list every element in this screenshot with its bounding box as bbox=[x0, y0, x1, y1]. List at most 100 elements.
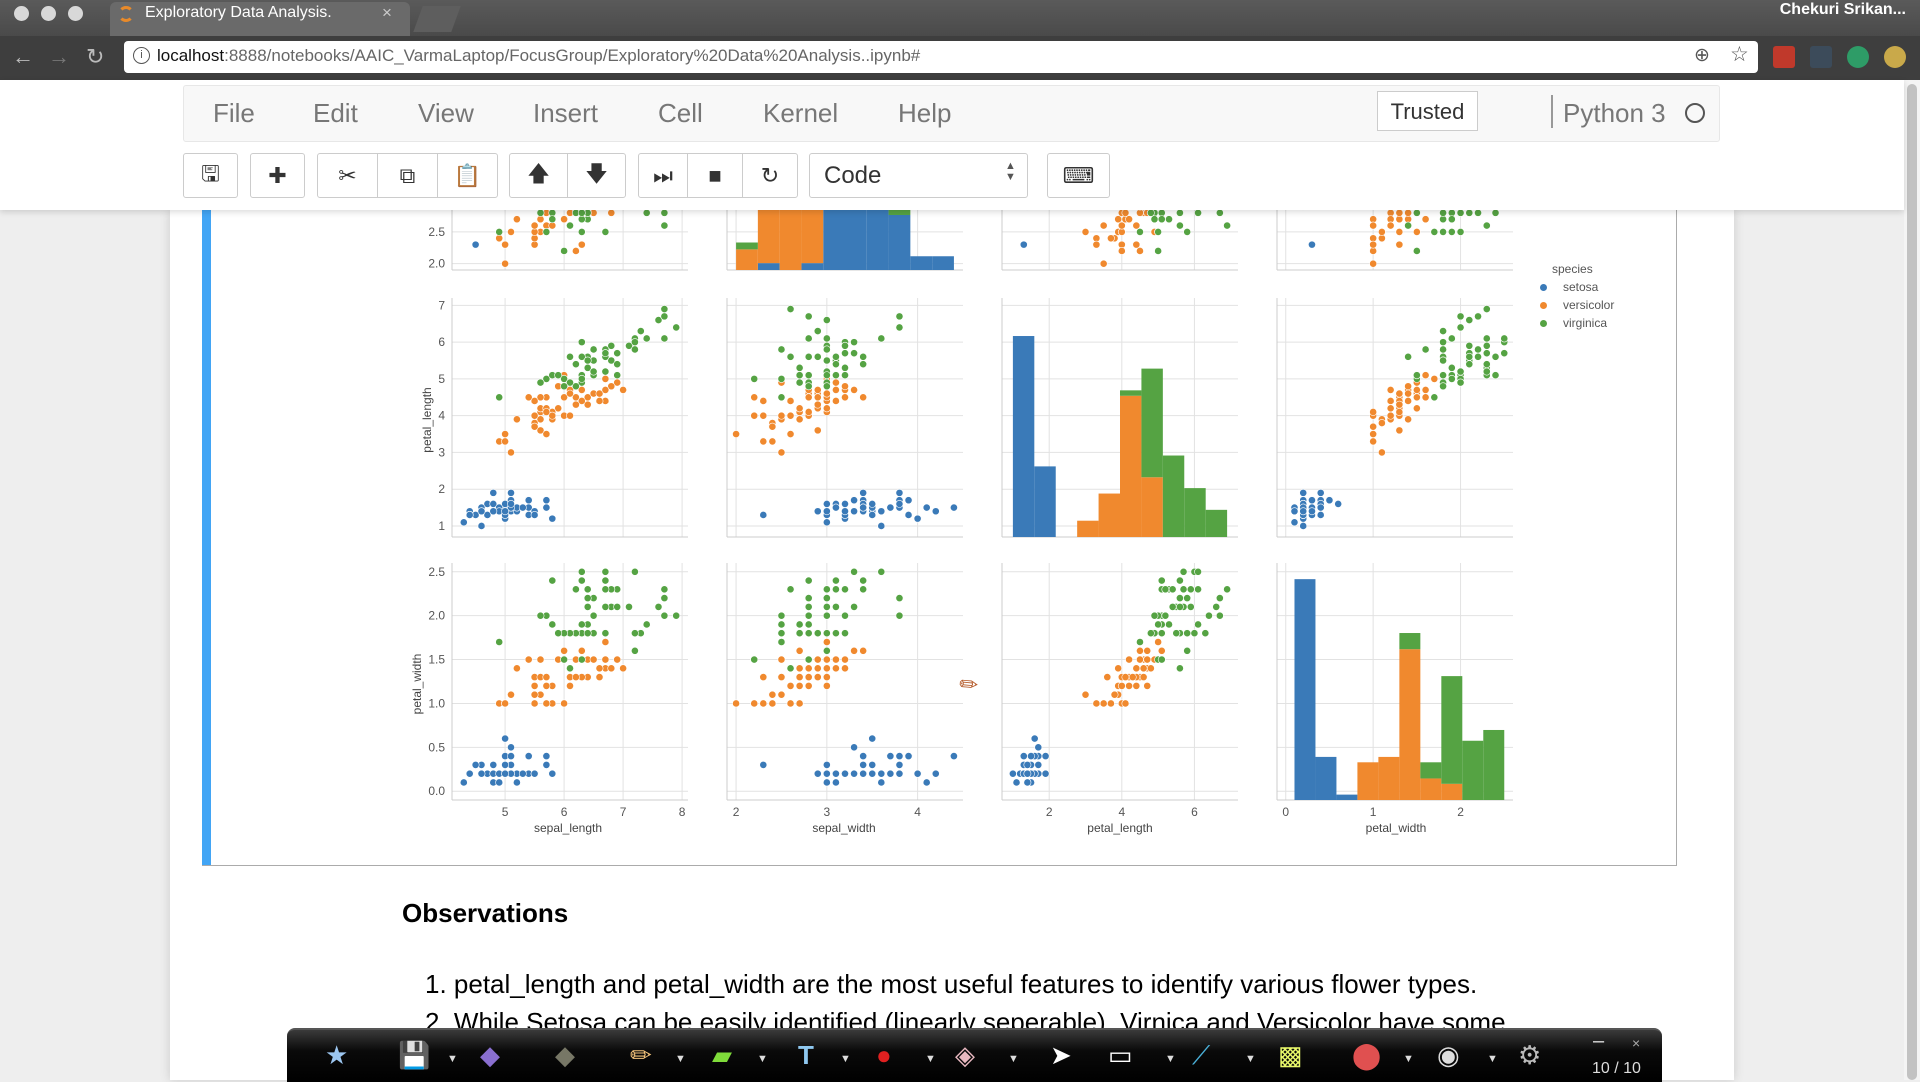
undo-page-icon[interactable]: ◆ bbox=[480, 1040, 500, 1071]
cut-button[interactable]: ✂ bbox=[317, 153, 378, 198]
point-virginica bbox=[1172, 629, 1181, 638]
menu-cell[interactable]: Cell bbox=[658, 98, 703, 129]
new-page-icon[interactable]: ★ bbox=[325, 1040, 348, 1071]
point-virginica bbox=[554, 629, 563, 638]
settings-gear-icon[interactable]: ⚙ bbox=[1518, 1040, 1541, 1071]
menu-insert[interactable]: Insert bbox=[533, 98, 598, 129]
record-tool-icon[interactable]: ⬤ bbox=[1352, 1040, 1381, 1071]
url-text[interactable]: localhost:8888/notebooks/AAIC_VarmaLapto… bbox=[157, 46, 920, 66]
reload-icon[interactable]: ↻ bbox=[86, 44, 104, 70]
webcam-tool-icon[interactable]: ◉ bbox=[1437, 1040, 1460, 1071]
eraser-tool-icon[interactable]: ◈ bbox=[955, 1040, 975, 1071]
dock-close-button[interactable]: × bbox=[1632, 1035, 1640, 1051]
panel-sepal_width-vs-petal_length bbox=[1001, 200, 1238, 271]
grammarly-extension-icon[interactable] bbox=[1847, 46, 1869, 68]
x-tick-label: 4 bbox=[914, 805, 921, 819]
point-versicolor bbox=[768, 690, 777, 699]
back-icon[interactable]: ← bbox=[12, 44, 34, 70]
point-versicolor bbox=[524, 655, 533, 664]
interrupt-button[interactable]: ■ bbox=[687, 153, 743, 198]
point-virginica bbox=[804, 312, 813, 321]
x-extension-icon[interactable] bbox=[1810, 46, 1832, 68]
dropdown-arrow-icon[interactable]: ▼ bbox=[1008, 1053, 1019, 1065]
pencil-tool-icon[interactable]: ✏ bbox=[630, 1040, 652, 1071]
point-versicolor bbox=[513, 215, 521, 224]
window-zoom-button[interactable] bbox=[68, 6, 83, 21]
point-setosa bbox=[459, 778, 468, 787]
point-setosa bbox=[1316, 488, 1325, 497]
dropdown-arrow-icon[interactable]: ▼ bbox=[447, 1053, 458, 1065]
info-icon[interactable]: i bbox=[133, 47, 150, 64]
redo-page-icon[interactable]: ◆ bbox=[555, 1040, 575, 1071]
dropdown-arrow-icon[interactable]: ▼ bbox=[1165, 1053, 1176, 1065]
menu-file[interactable]: File bbox=[213, 98, 255, 129]
point-versicolor bbox=[813, 664, 822, 673]
profile-name[interactable]: Chekuri Srikan... bbox=[1780, 1, 1906, 19]
point-setosa bbox=[822, 760, 831, 769]
text-tool-icon[interactable]: T bbox=[798, 1040, 814, 1071]
shapes-tool-icon[interactable]: ● bbox=[876, 1040, 892, 1071]
point-virginica bbox=[601, 349, 610, 358]
spotlight-tool-icon[interactable]: ▩ bbox=[1278, 1040, 1303, 1071]
y-tick-label: 2.5 bbox=[428, 225, 445, 239]
point-virginica bbox=[495, 638, 504, 646]
tab-close-icon[interactable]: × bbox=[382, 3, 392, 23]
point-setosa bbox=[813, 507, 822, 516]
point-setosa bbox=[471, 760, 480, 769]
dropdown-arrow-icon[interactable]: ▼ bbox=[925, 1053, 936, 1065]
restart-button[interactable]: ↻ bbox=[742, 153, 798, 198]
run-button[interactable]: ⏭ bbox=[638, 153, 688, 198]
point-setosa bbox=[850, 769, 858, 778]
clear-tool-icon[interactable]: ⟋ bbox=[1192, 1040, 1210, 1072]
insert-cell-button[interactable]: ✚ bbox=[250, 153, 305, 198]
point-setosa bbox=[868, 511, 877, 519]
window-close-button[interactable] bbox=[14, 6, 29, 21]
menu-help[interactable]: Help bbox=[898, 98, 951, 129]
window-minimize-button[interactable] bbox=[41, 6, 56, 21]
save-button[interactable]: 🖫 bbox=[183, 153, 238, 198]
dock-minimize-button[interactable]: ‒ bbox=[1593, 1030, 1604, 1053]
menu-kernel[interactable]: Kernel bbox=[763, 98, 838, 129]
bookmark-star-icon[interactable]: ☆ bbox=[1730, 42, 1749, 67]
point-virginica bbox=[1439, 382, 1447, 391]
point-setosa bbox=[841, 507, 849, 516]
dropdown-arrow-icon[interactable]: ▼ bbox=[1487, 1053, 1498, 1065]
upload-extension-icon[interactable] bbox=[1884, 46, 1906, 68]
dropdown-arrow-icon[interactable]: ▼ bbox=[1403, 1053, 1414, 1065]
forward-icon[interactable]: → bbox=[48, 44, 70, 70]
kernel-name[interactable]: Python 3 bbox=[1563, 98, 1666, 129]
x-tick-label: 6 bbox=[561, 805, 568, 819]
point-setosa bbox=[489, 507, 498, 516]
copy-button[interactable]: ⧉ bbox=[377, 153, 438, 198]
dropdown-arrow-icon[interactable]: ▼ bbox=[840, 1053, 851, 1065]
highlighter-tool-icon[interactable]: ▰ bbox=[712, 1040, 732, 1071]
command-palette-button[interactable]: ⌨ bbox=[1047, 153, 1110, 198]
point-virginica bbox=[750, 655, 759, 664]
select-arrows-icon: ▲ ▼ bbox=[1005, 160, 1016, 183]
gmail-extension-icon[interactable] bbox=[1773, 46, 1795, 68]
dropdown-arrow-icon[interactable]: ▼ bbox=[1245, 1053, 1256, 1065]
y-tick-label: 7 bbox=[438, 298, 445, 312]
point-versicolor bbox=[732, 699, 740, 708]
point-virginica bbox=[1447, 215, 1456, 224]
point-versicolor bbox=[601, 655, 610, 664]
move-down-button[interactable]: 🡇 bbox=[567, 153, 626, 198]
trusted-indicator[interactable]: Trusted bbox=[1377, 91, 1478, 131]
point-virginica bbox=[1465, 352, 1474, 361]
dropdown-arrow-icon[interactable]: ▼ bbox=[757, 1053, 768, 1065]
menu-view[interactable]: View bbox=[418, 98, 474, 129]
menu-bar bbox=[183, 85, 1720, 142]
paste-button[interactable]: 📋 bbox=[437, 153, 498, 198]
point-virginica bbox=[660, 305, 669, 313]
screen-tool-icon[interactable]: ▭ bbox=[1108, 1040, 1133, 1071]
zoom-icon[interactable]: ⊕ bbox=[1694, 44, 1710, 67]
move-up-button[interactable]: 🡅 bbox=[509, 153, 568, 198]
pointer-tool-icon[interactable]: ➤ bbox=[1050, 1040, 1072, 1071]
x-tick-label: 2 bbox=[1046, 805, 1053, 819]
scrollbar-thumb[interactable] bbox=[1907, 84, 1917, 1080]
save-disk-icon[interactable]: 💾 bbox=[398, 1040, 430, 1071]
dropdown-arrow-icon[interactable]: ▼ bbox=[675, 1053, 686, 1065]
menu-edit[interactable]: Edit bbox=[313, 98, 358, 129]
cell-type-select[interactable]: Code bbox=[809, 153, 1028, 198]
point-versicolor bbox=[607, 664, 616, 673]
